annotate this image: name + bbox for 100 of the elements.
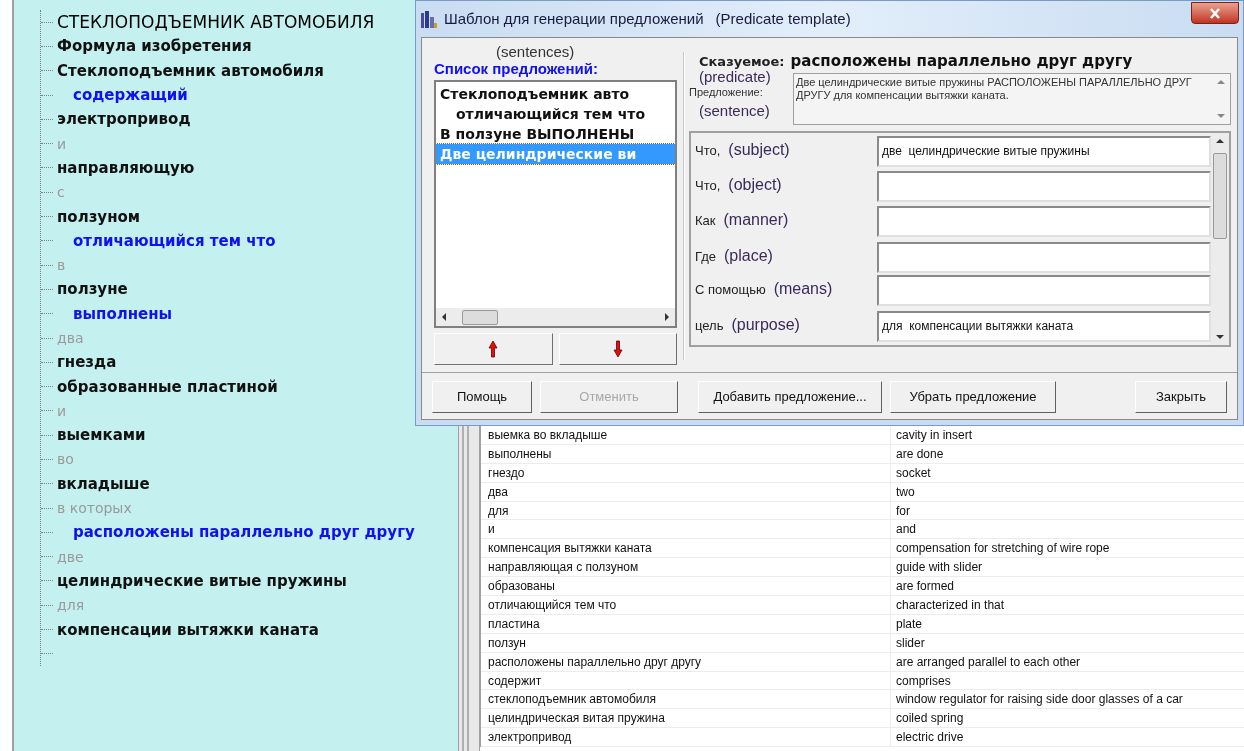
dialog-button[interactable]: Помощь <box>432 381 532 413</box>
table-cell: стеклоподъемник автомобиля <box>481 690 891 709</box>
tree-item[interactable]: содержащий <box>57 85 188 106</box>
table-cell-text: are formed <box>895 578 956 595</box>
tree-item[interactable]: электропривод <box>57 109 191 130</box>
sentence-item[interactable]: Стеклоподъемник авто <box>436 84 675 104</box>
field-label: Как <box>695 212 716 231</box>
table-cell: ползун <box>481 633 891 652</box>
field-label: Что, <box>695 141 721 160</box>
field-hint: (place) <box>724 245 773 266</box>
table-cell: целиндрическая витая пружина <box>481 709 891 728</box>
table-cell: электропривод <box>481 728 891 747</box>
sentence-item[interactable]: отличающийся тем что <box>436 104 675 124</box>
table-cell-text: are done <box>895 445 945 463</box>
tree-item[interactable]: вкладыше <box>57 473 150 494</box>
field-hint: (manner) <box>723 210 789 231</box>
tree-item[interactable]: выполнены <box>57 303 173 324</box>
field-hint: (means) <box>773 279 833 300</box>
table-cell-text: electric drive <box>895 729 965 747</box>
dialog-button[interactable]: Убрать предложение <box>890 381 1056 413</box>
sentence-item[interactable]: В ползуне ВЫПОЛНЕНЫ <box>436 124 675 144</box>
input-field[interactable] <box>877 241 1211 273</box>
close-button[interactable] <box>1191 2 1239 24</box>
table-cell: два <box>481 482 891 501</box>
table-cell: выполнены <box>481 444 891 463</box>
field-label: С помощью <box>695 281 766 300</box>
scroll-thumb[interactable] <box>462 309 498 325</box>
tree-item[interactable]: направляющую <box>57 157 195 178</box>
window-title: (Predicate template) <box>715 8 851 29</box>
table-cell: отличающийся тем что <box>481 596 891 614</box>
table-cell-text: guide with slider <box>895 559 984 577</box>
field-hint: (subject) <box>728 139 790 160</box>
app-icon <box>420 9 438 29</box>
scroll-up-icon <box>1216 138 1224 143</box>
input-field[interactable] <box>877 171 1211 202</box>
table-cell-text: plate <box>895 615 924 633</box>
table-cell-text: cavity in insert <box>895 427 974 444</box>
predicate-label: Сказуемое: <box>699 53 785 71</box>
field-label: цель <box>695 316 724 335</box>
tree-item[interactable]: отличающийся тем что <box>57 230 276 251</box>
table-cell-text: coiled spring <box>895 710 965 728</box>
tree-item[interactable]: Формула изобретения <box>57 36 252 57</box>
tree-item[interactable]: расположены параллельно друг другу <box>57 522 415 543</box>
field-hint: (purpose) <box>731 314 800 335</box>
input-field[interactable]: две целиндрические витые пружины <box>877 135 1211 167</box>
dialog-button[interactable]: Добавить предложение... <box>698 381 882 413</box>
scroll-thumb[interactable] <box>1213 152 1227 239</box>
field-label: Что, <box>695 177 721 195</box>
table-cell: расположены параллельно друг другу <box>481 652 891 671</box>
tree-item[interactable]: гнезда <box>57 352 117 373</box>
scroll-right-icon <box>665 313 669 321</box>
table-cell: для <box>481 501 891 520</box>
predicate-value: расположены параллельно друг другу <box>790 51 1133 72</box>
table-cell-text: are arranged parallel to each other <box>895 653 1082 671</box>
tree-item[interactable]: Стеклоподъемник автомобиля <box>57 60 324 81</box>
table-cell-text: slider <box>895 634 926 652</box>
close-icon <box>1209 7 1221 19</box>
scroll-down-icon <box>1217 113 1225 118</box>
table-cell-text: compensation for stretching of wire rope <box>895 540 1111 558</box>
horizontal-scrollbar[interactable] <box>436 308 675 326</box>
input-field[interactable]: для компенсации вытяжки каната <box>877 310 1211 342</box>
table-cell-text: for <box>895 502 911 520</box>
move-up-button[interactable] <box>434 333 553 365</box>
table-cell-text: window regulator for raising side door glasses of a car <box>895 691 1184 709</box>
sentence-hint: (sentence) <box>699 100 771 121</box>
tree-item[interactable]: ползуне <box>57 279 128 300</box>
down-arrow-icon <box>612 340 623 358</box>
table-cell: и <box>481 520 891 539</box>
input-field[interactable] <box>877 206 1211 238</box>
input-field[interactable] <box>877 275 1211 307</box>
up-arrow-icon <box>488 340 499 358</box>
list-hint: (sentences) <box>496 44 575 60</box>
table-cell: направляющая с ползуном <box>481 558 891 577</box>
tree-item[interactable]: выемками <box>57 425 146 446</box>
dialog-button[interactable]: Закрыть <box>1135 381 1227 413</box>
tree-item[interactable]: образованные пластиной <box>57 376 278 397</box>
sentence-label: Предложение: <box>689 85 764 99</box>
scroll-left-icon <box>442 313 446 321</box>
move-down-button[interactable] <box>558 333 677 365</box>
tree-item[interactable]: компенсации вытяжки каната <box>57 619 319 640</box>
list-label: Список предложений: <box>434 60 598 78</box>
table-cell-text: and <box>895 521 918 539</box>
table-cell: содержит <box>481 671 891 690</box>
sentence-field[interactable]: Две целиндрические витые пружины РАСПОЛОЖЕНЫ ПАРАЛЛЕЛЬНО ДРУГ ДРУГУ для компенсации вытяжки каната. <box>793 72 1231 125</box>
tree-item[interactable]: СТЕКЛОПОДЪЕМНИК АВТОМОБИЛЯ <box>57 12 375 33</box>
table-cell: компенсация вытяжки каната <box>481 539 891 558</box>
tree-item[interactable]: целиндрические витые пружины <box>57 570 347 591</box>
table-cell: пластина <box>481 614 891 633</box>
vertical-scrollbar[interactable] <box>1211 132 1229 345</box>
scroll-up-icon <box>1217 79 1225 84</box>
table-cell: образованы <box>481 577 891 595</box>
window-title: Шаблон для генерации предложений <box>444 8 704 29</box>
table-cell-text: two <box>895 483 916 501</box>
tree-item[interactable]: ползуном <box>57 206 141 227</box>
table-cell-text: socket <box>895 464 932 482</box>
field-hint: (object) <box>728 175 782 195</box>
table-cell: гнездо <box>481 463 891 482</box>
table-cell-text: characterized in that <box>895 597 1006 614</box>
table-cell-text: comprises <box>895 672 952 690</box>
predicate-hint: (predicate) <box>699 68 771 85</box>
